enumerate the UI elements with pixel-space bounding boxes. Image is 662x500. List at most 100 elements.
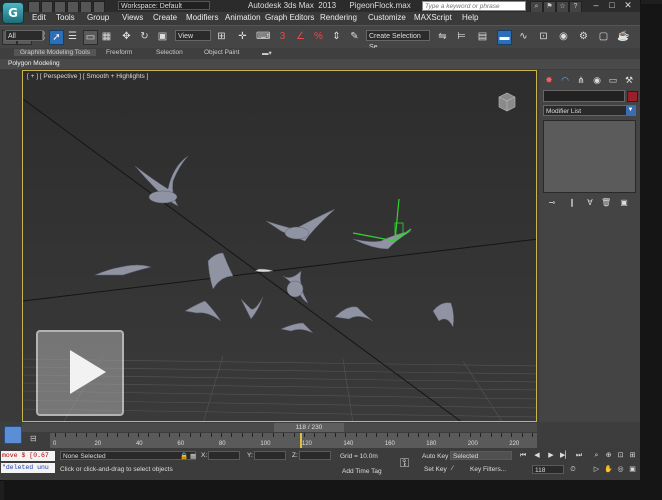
zoom-icon[interactable]: ⌕ [592,451,601,460]
selection-filter-dropdown[interactable]: All [5,30,43,41]
y-coordinate-field[interactable] [254,451,286,460]
named-selection-set-dropdown[interactable]: Create Selection Se [366,30,430,51]
timeline-track[interactable]: 0 20 40 60 80 100 120 140 160 180 200 220 [50,433,537,448]
graphite-ribbon-icon[interactable]: ▬ [497,30,512,45]
key-icon[interactable]: ⚿ [400,456,409,471]
object-name-field[interactable] [543,90,625,102]
maximize-viewport-icon[interactable]: ▣ [628,465,637,474]
modify-tab-icon[interactable]: ◠ [559,74,571,86]
select-object-icon[interactable]: ➚ [49,30,64,45]
key-filters-button[interactable]: Key Filters... [470,466,506,473]
rectangular-selection-icon[interactable]: ▭ [83,30,98,45]
percent-snap-icon[interactable]: % [312,30,325,43]
hierarchy-tab-icon[interactable]: ⋔ [575,74,587,86]
workspace-dropdown[interactable]: Workspace: Default [118,1,210,10]
zoom-extents-all-icon[interactable]: ⊞ [628,451,637,460]
isolate-selection-icon[interactable]: 🔒 [180,452,188,460]
material-editor-icon[interactable]: ◉ [557,30,570,43]
z-coordinate-field[interactable] [299,451,331,460]
next-frame-icon[interactable]: ▶▏ [560,451,571,460]
rendered-frame-window-icon[interactable]: ▢ [597,30,610,43]
modifier-list-dropdown[interactable]: Modifier List ▼ [543,105,636,116]
set-key-filter-icon[interactable]: ∕ [452,465,453,472]
x-coordinate-field[interactable] [208,451,240,460]
go-to-end-icon[interactable]: ⏭ [574,451,584,460]
tab-freeform[interactable]: Freeform [106,49,132,56]
pan-view-icon[interactable]: ✋ [604,465,613,474]
create-tab-icon[interactable]: ✸ [543,74,555,86]
keyboard-shortcut-override-icon[interactable]: ⌨ [256,30,270,43]
menu-tools[interactable]: Tools [56,13,75,22]
make-unique-icon[interactable]: ∀ [585,198,595,208]
previous-frame-icon[interactable]: ◀ [532,451,542,460]
pivot-center-icon[interactable]: ⊞ [215,30,228,43]
current-frame-field[interactable]: 118 [532,465,564,474]
align-icon[interactable]: ⊨ [455,30,468,43]
select-manipulate-icon[interactable]: ✛ [236,30,249,43]
time-slider[interactable]: 118 / 230 [22,423,537,432]
show-end-result-icon[interactable]: ∥ [567,198,577,208]
motion-tab-icon[interactable]: ◉ [591,74,603,86]
select-rotate-icon[interactable]: ↻ [138,30,151,43]
menu-group[interactable]: Group [87,13,109,22]
menu-rendering[interactable]: Rendering [320,13,357,22]
spinner-snap-icon[interactable]: ⇕ [330,30,343,43]
zoom-all-icon[interactable]: ⊕ [604,451,613,460]
app-logo-icon[interactable]: G [2,2,24,24]
viewport-label[interactable]: [ + ] [ Perspective ] [ Smooth + Highlig… [27,73,148,80]
curve-editor-icon[interactable]: ∿ [517,30,530,43]
search-input[interactable]: Type a keyword or phrase [422,1,526,11]
tab-selection[interactable]: Selection [156,49,183,56]
tab-object-paint[interactable]: Object Paint [204,49,239,56]
menu-create[interactable]: Create [153,13,177,22]
key-mode-dropdown[interactable]: Selected [450,451,512,460]
render-setup-icon[interactable]: ⚙ [577,30,590,43]
reference-coordinate-dropdown[interactable]: View [175,30,211,41]
object-color-swatch[interactable] [627,91,638,102]
absolute-mode-icon[interactable]: ▦ [190,452,196,460]
schematic-view-icon[interactable]: ⊡ [537,30,550,43]
zoom-extents-icon[interactable]: ⊡ [616,451,625,460]
add-time-tag[interactable]: Add Time Tag [342,468,382,475]
time-configuration-icon[interactable]: ⏲ [568,465,578,474]
utilities-tab-icon[interactable]: ⚒ [623,74,635,86]
pigeon-flock[interactable] [94,155,454,334]
ribbon-options-icon[interactable]: ▬▾ [262,49,272,57]
layer-manager-icon[interactable]: ▤ [476,30,489,43]
modifier-stack[interactable] [543,120,636,193]
display-tab-icon[interactable]: ▭ [607,74,619,86]
menu-graph-editors[interactable]: Graph Editors [265,13,314,22]
polygon-modeling-panel[interactable]: Polygon Modeling [8,60,60,67]
go-to-start-icon[interactable]: ⏮ [518,451,528,460]
angle-snap-icon[interactable]: ∠ [294,30,307,43]
menu-help[interactable]: Help [462,13,478,22]
pin-stack-icon[interactable]: ⊸ [547,198,557,208]
field-of-view-icon[interactable]: ▷ [592,465,601,474]
orbit-icon[interactable]: ◎ [616,465,625,474]
maxscript-listener-input[interactable]: move $ [0.67 [1,451,55,461]
menu-views[interactable]: Views [122,13,143,22]
select-move-icon[interactable]: ✥ [120,30,133,43]
set-key-button[interactable]: Set Key [424,466,447,473]
menu-edit[interactable]: Edit [32,13,46,22]
maximize-button[interactable]: □ [604,0,620,11]
viewcube-icon[interactable] [495,91,517,113]
edit-named-selection-icon[interactable]: ✎ [348,30,361,43]
play-animation-icon[interactable]: ▶ [546,451,556,460]
minimize-button[interactable]: – [588,0,604,11]
auto-key-button[interactable]: Auto Key [422,453,448,460]
mini-curve-editor-icon[interactable] [4,426,22,444]
window-crossing-icon[interactable]: ▦ [100,30,113,43]
transform-gizmo[interactable] [352,198,412,242]
menu-animation[interactable]: Animation [225,13,261,22]
mirror-icon[interactable]: ⇋ [436,30,449,43]
video-play-button[interactable] [36,330,124,416]
snaps-toggle-icon[interactable]: 3 [276,30,289,43]
maxscript-listener-output[interactable]: "deleted unu [1,463,55,473]
menu-customize[interactable]: Customize [368,13,406,22]
time-slider-thumb[interactable]: 118 / 230 [274,423,344,432]
curve-toggle-icon[interactable]: ⊟ [30,434,37,443]
render-production-icon[interactable]: ☕ [617,30,630,43]
remove-modifier-icon[interactable]: 🗑 [601,198,611,208]
close-button[interactable]: ✕ [620,0,636,11]
